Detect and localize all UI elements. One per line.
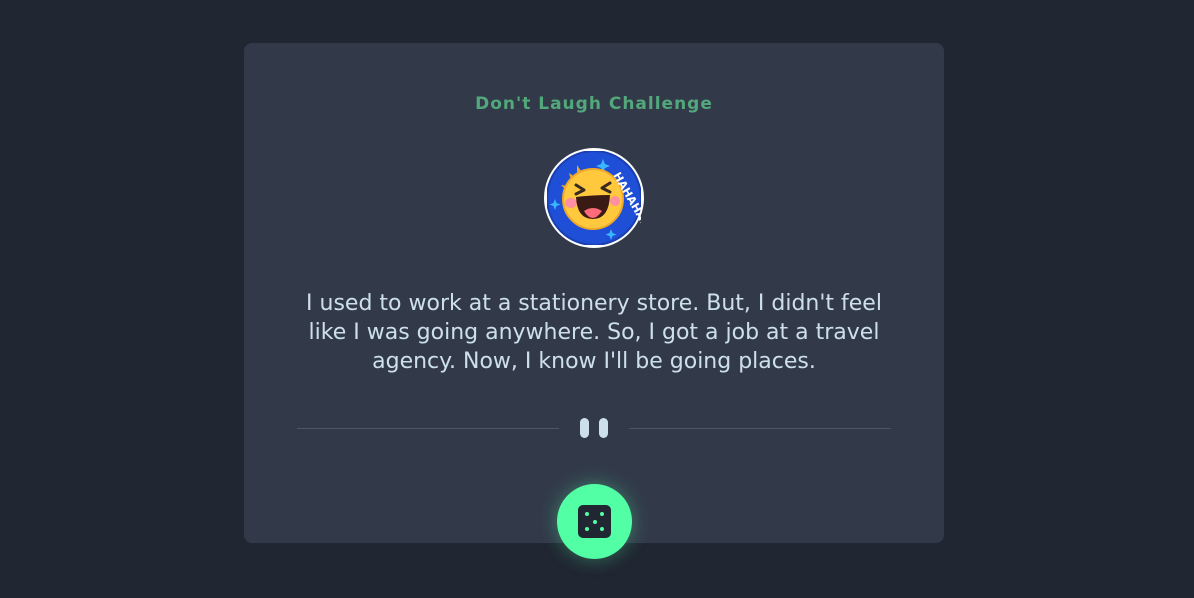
dice-icon <box>578 505 611 538</box>
divider-line-left <box>297 428 559 429</box>
new-joke-button[interactable] <box>557 484 632 559</box>
joke-card: Don't Laugh Challenge HAHAHA! I used to … <box>244 43 944 559</box>
avatar: HAHAHA! <box>544 148 644 248</box>
joke-text: I used to work at a stationery store. Bu… <box>306 291 882 374</box>
divider-line-right <box>629 428 891 429</box>
laughing-sun-sticker-icon: HAHAHA! <box>547 151 641 245</box>
page-title: Don't Laugh Challenge <box>475 94 713 114</box>
